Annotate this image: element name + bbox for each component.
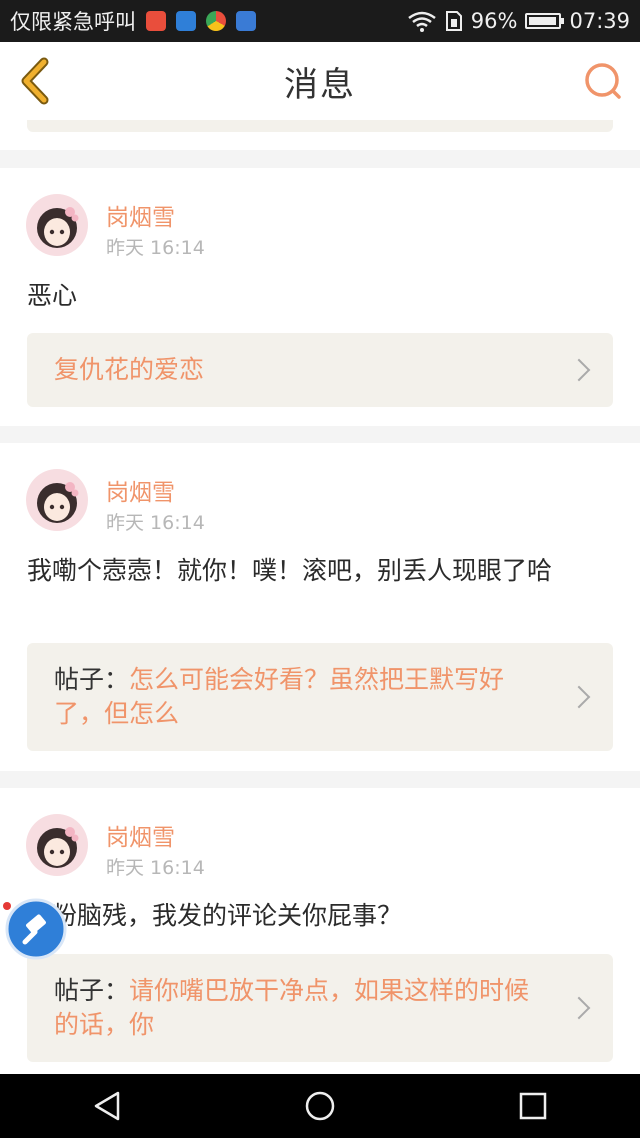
- timestamp: 昨天 16:14: [106, 857, 205, 879]
- status-bar: 仅限紧急呼叫 96% 07:39: [0, 0, 640, 42]
- battery-icon: [525, 13, 565, 29]
- shield-app-icon: [236, 11, 256, 31]
- nav-back-button[interactable]: [87, 1086, 127, 1126]
- ref-title: 复仇花的爱恋: [54, 355, 205, 384]
- search-icon: [585, 63, 621, 99]
- carrier-text: 仅限紧急呼叫: [10, 10, 136, 34]
- circle-home-icon: [305, 1091, 335, 1121]
- avatar[interactable]: [26, 814, 88, 876]
- chevron-right-icon: [567, 996, 591, 1020]
- message-text: 我嘞个悫悫！就你！噗！滚吧，别丢人现眼了哈: [27, 556, 553, 585]
- username[interactable]: 岗烟雪: [106, 818, 175, 852]
- system-nav-bar: [0, 1074, 640, 1138]
- timestamp: 昨天 16:14: [106, 237, 205, 259]
- message-card[interactable]: 岗烟雪 昨天 16:14 男粉脑残，我发的评论关你屁事？ 帖子：请你嘴巴放干净点…: [0, 788, 640, 1074]
- sim-icon: [445, 11, 462, 31]
- username[interactable]: 岗烟雪: [106, 198, 175, 232]
- ref-prefix: 帖子：: [54, 976, 130, 1005]
- message-card[interactable]: 岗烟雪 昨天 16:14 恶心 复仇花的爱恋: [0, 168, 640, 426]
- post-reference[interactable]: 复仇花的爱恋: [27, 333, 613, 407]
- triangle-back-icon: [94, 1091, 119, 1121]
- post-reference[interactable]: 帖子：怎么可能会好看？虽然把王默写好了，但怎么: [27, 643, 613, 751]
- page-title: 消息: [284, 64, 356, 105]
- signal-app-icon: [176, 11, 196, 31]
- message-card[interactable]: 岗烟雪 昨天 16:14 我嘞个悫悫！就你！噗！滚吧，别丢人现眼了哈 帖子：怎么…: [0, 443, 640, 771]
- message-text: 恶心: [27, 281, 78, 310]
- brush-icon: [5, 898, 67, 960]
- chevron-left-icon: [21, 57, 49, 105]
- chrome-icon: [206, 11, 226, 31]
- wifi-icon: [408, 11, 436, 32]
- weibo-icon: [146, 11, 166, 31]
- floating-tool-button[interactable]: [5, 898, 67, 960]
- message-text: 男粉脑残，我发的评论关你屁事？: [27, 901, 403, 930]
- username[interactable]: 岗烟雪: [106, 473, 175, 507]
- chevron-right-icon: [567, 685, 591, 709]
- battery-percent: 96%: [470, 9, 518, 33]
- previous-card: [0, 120, 640, 150]
- top-bar: 消息: [0, 42, 640, 121]
- ref-prefix: 帖子：: [54, 665, 130, 694]
- square-recents-icon: [520, 1092, 547, 1120]
- timestamp: 昨天 16:14: [106, 512, 205, 534]
- nav-recents-button[interactable]: [513, 1086, 553, 1126]
- clock: 07:39: [569, 9, 630, 33]
- avatar[interactable]: [26, 194, 88, 256]
- back-button[interactable]: [14, 56, 64, 106]
- nav-home-button[interactable]: [300, 1086, 340, 1126]
- post-reference[interactable]: 帖子：请你嘴巴放干净点，如果这样的时候的话，你: [27, 954, 613, 1062]
- avatar[interactable]: [26, 469, 88, 531]
- search-button[interactable]: [582, 60, 626, 104]
- message-list: 岗烟雪 昨天 16:14 恶心 复仇花的爱恋 岗烟雪 昨天 16:14 我嘞个悫…: [0, 120, 640, 1074]
- chevron-right-icon: [567, 358, 591, 382]
